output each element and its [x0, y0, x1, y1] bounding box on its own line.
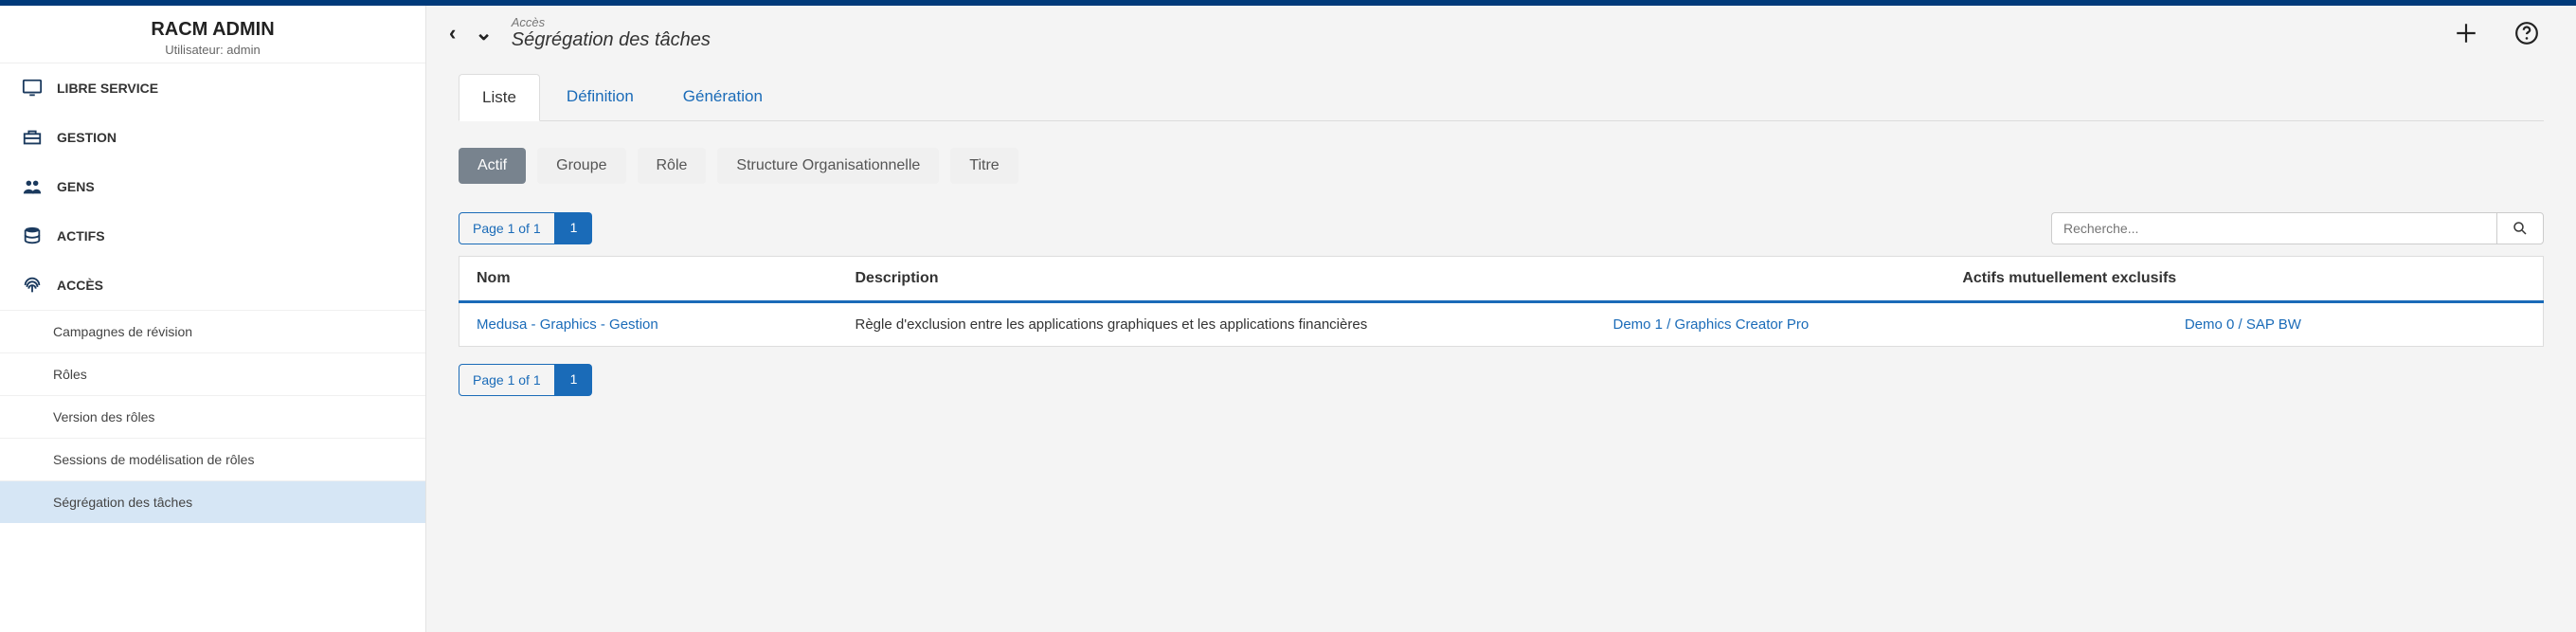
sidebar-sub-campagnes[interactable]: Campagnes de révision: [0, 310, 425, 352]
sidebar-item-gestion[interactable]: GESTION: [0, 113, 425, 162]
row-asset1-link[interactable]: Demo 1 / Graphics Creator Pro: [1613, 316, 1810, 333]
sidebar: RACM ADMIN Utilisateur: admin LIBRE SERV…: [0, 6, 426, 632]
nav-expand-button[interactable]: ⌄: [469, 17, 497, 49]
app-title: RACM ADMIN: [0, 19, 425, 41]
row-asset2-link[interactable]: Demo 0 / SAP BW: [2185, 316, 2301, 333]
pill-role[interactable]: Rôle: [638, 148, 707, 184]
sidebar-sub-sessions[interactable]: Sessions de modélisation de rôles: [0, 438, 425, 480]
pill-actif[interactable]: Actif: [459, 148, 526, 184]
pager-current-page[interactable]: 1: [555, 212, 593, 244]
plus-icon: [2454, 21, 2478, 45]
sidebar-item-actifs[interactable]: ACTIFS: [0, 211, 425, 261]
user-label: Utilisateur: admin: [0, 43, 425, 57]
tab-definition[interactable]: Définition: [544, 74, 657, 120]
tabs: Liste Définition Génération: [459, 74, 2544, 121]
results-table: Nom Description Actifs mutuellement excl…: [459, 256, 2544, 347]
pager-bottom: Page 1 of 1 1: [459, 364, 2544, 396]
sidebar-sub-version-roles[interactable]: Version des rôles: [0, 395, 425, 438]
tab-generation[interactable]: Génération: [660, 74, 785, 120]
pill-structure[interactable]: Structure Organisationnelle: [717, 148, 939, 184]
sidebar-sub-roles[interactable]: Rôles: [0, 352, 425, 395]
pager-info: Page 1 of 1: [459, 212, 555, 244]
search-icon: [2512, 220, 2529, 237]
pill-groupe[interactable]: Groupe: [537, 148, 625, 184]
sidebar-item-label: ACCÈS: [57, 278, 103, 293]
sidebar-item-label: GESTION: [57, 130, 117, 145]
help-icon: [2514, 21, 2539, 45]
fingerprint-icon: [21, 274, 44, 297]
sidebar-item-label: LIBRE SERVICE: [57, 81, 158, 96]
pill-titre[interactable]: Titre: [950, 148, 1018, 184]
pager-current-page-bottom[interactable]: 1: [555, 364, 593, 396]
nav-back-button[interactable]: ‹: [443, 17, 461, 49]
row-description: Règle d'exclusion entre les applications…: [838, 302, 1596, 347]
th-nom: Nom: [459, 257, 838, 302]
monitor-icon: [21, 77, 44, 99]
row-name-link[interactable]: Medusa - Graphics - Gestion: [477, 316, 658, 333]
people-icon: [21, 175, 44, 198]
filter-pills: Actif Groupe Rôle Structure Organisation…: [459, 148, 2544, 184]
toolbox-icon: [21, 126, 44, 149]
database-icon: [21, 225, 44, 247]
help-button[interactable]: [2510, 16, 2544, 50]
sidebar-item-gens[interactable]: GENS: [0, 162, 425, 211]
search-input[interactable]: [2051, 212, 2496, 244]
th-description: Description: [838, 257, 1596, 302]
table-row: Medusa - Graphics - Gestion Règle d'excl…: [459, 302, 2544, 347]
tab-liste[interactable]: Liste: [459, 74, 540, 121]
sidebar-item-label: ACTIFS: [57, 228, 105, 244]
pager-top: Page 1 of 1 1: [459, 212, 592, 244]
sidebar-header: RACM ADMIN Utilisateur: admin: [0, 6, 425, 63]
sidebar-item-libre-service[interactable]: LIBRE SERVICE: [0, 63, 425, 113]
add-button[interactable]: [2449, 16, 2483, 50]
sidebar-sub-segregation[interactable]: Ségrégation des tâches: [0, 480, 425, 523]
search-button[interactable]: [2496, 212, 2544, 244]
page-title: Ségrégation des tâches: [512, 29, 711, 51]
page-header: ‹ ⌄ Accès Ségrégation des tâches: [426, 6, 2576, 57]
sidebar-item-label: GENS: [57, 179, 95, 194]
sidebar-item-acces[interactable]: ACCÈS: [0, 261, 425, 310]
breadcrumb: Accès: [512, 15, 711, 29]
pager-info-bottom: Page 1 of 1: [459, 364, 555, 396]
main: ‹ ⌄ Accès Ségrégation des tâches Liste D…: [426, 6, 2576, 632]
th-actifs: Actifs mutuellement exclusifs: [1596, 257, 2544, 302]
